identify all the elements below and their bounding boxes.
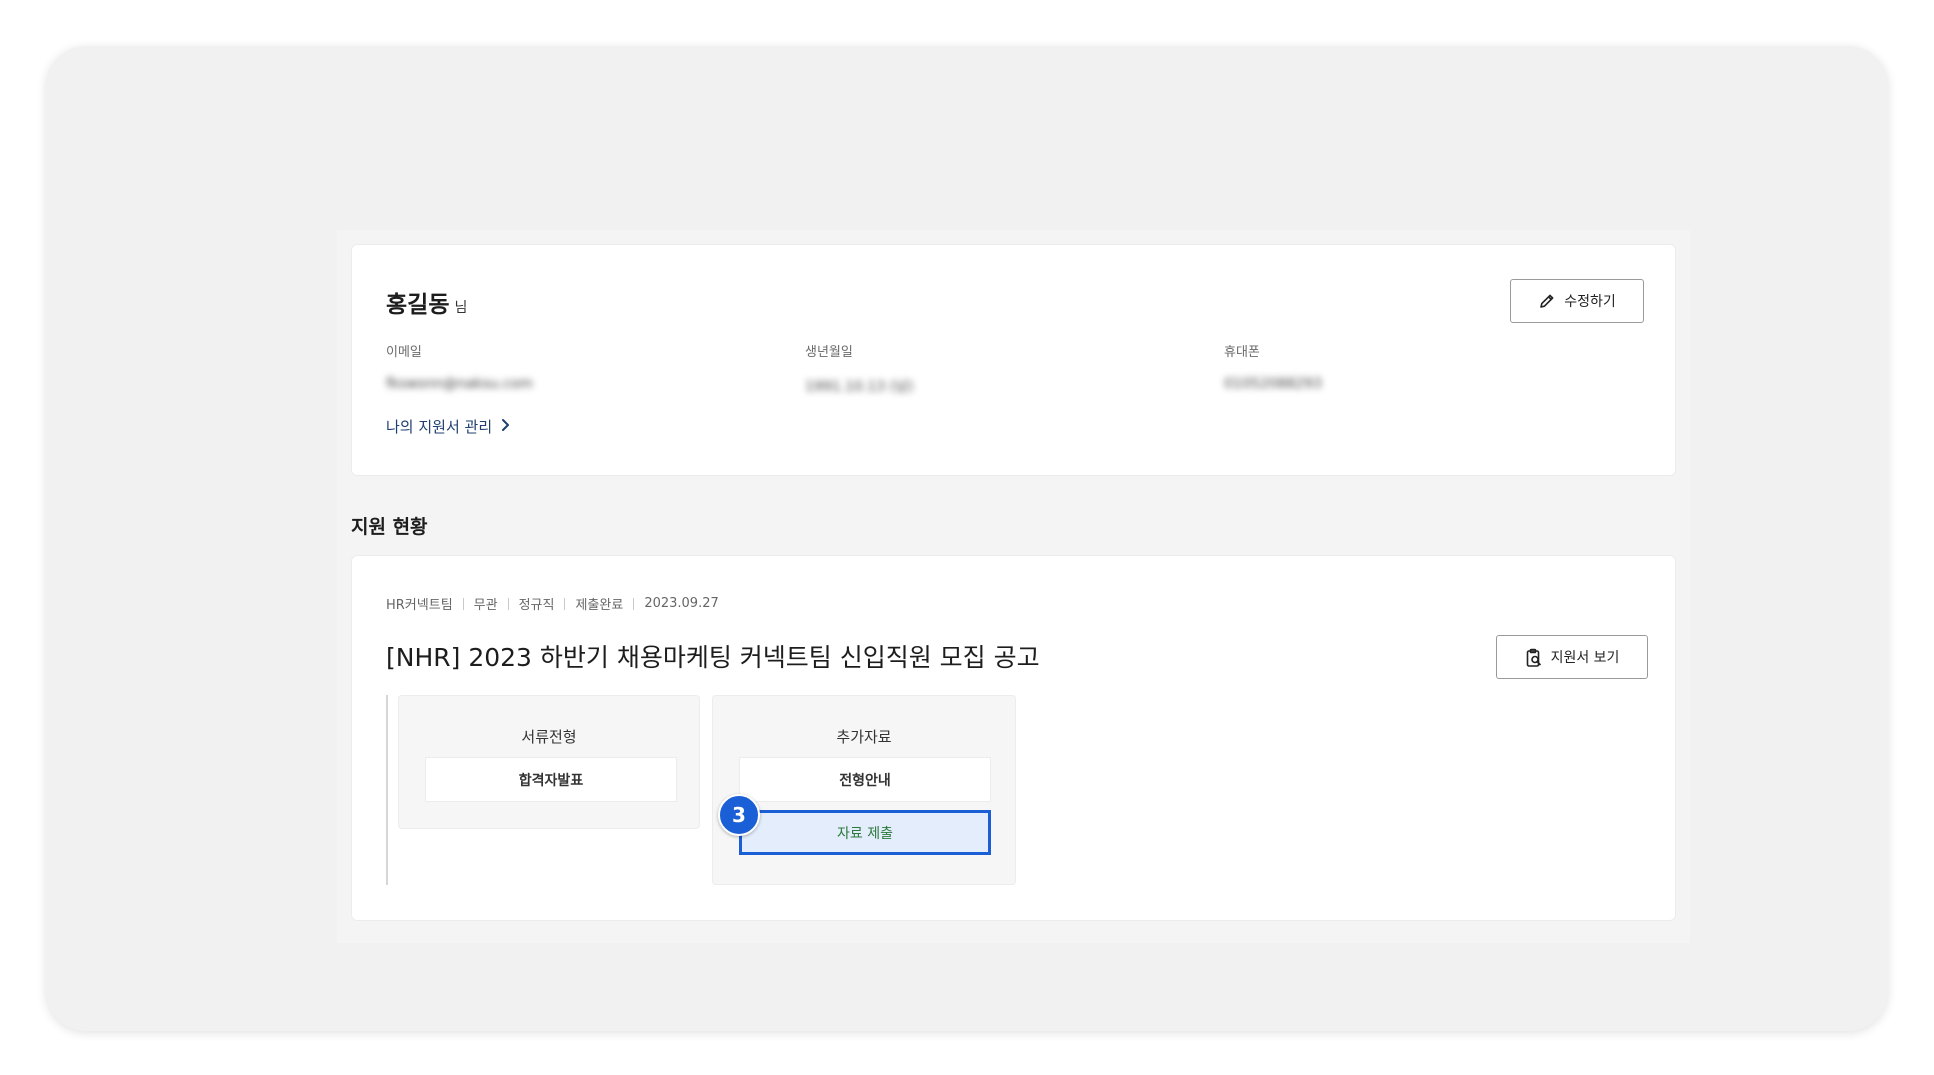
manage-applications-link[interactable]: 나의 지원서 관리 xyxy=(386,416,510,437)
page-canvas: 홍길동 님 수정하기 이메일 fkswsnn@naksu.com 생년월일 19… xyxy=(337,230,1690,943)
pencil-icon xyxy=(1538,292,1556,310)
meta-divider xyxy=(507,597,509,610)
stage-title: 서류전형 xyxy=(521,728,577,746)
manage-applications-label: 나의 지원서 관리 xyxy=(386,418,493,436)
result-announcement-button[interactable]: 합격자발표 xyxy=(425,757,677,802)
chevron-right-icon xyxy=(500,417,510,436)
profile-card: 홍길동 님 수정하기 이메일 fkswsnn@naksu.com 생년월일 19… xyxy=(351,244,1676,476)
birthdate-value: 1991.10.13 (남) xyxy=(805,379,914,395)
birthdate-label: 생년월일 xyxy=(805,345,853,360)
user-name-row: 홍길동 님 xyxy=(386,285,467,319)
edit-profile-label: 수정하기 xyxy=(1564,294,1616,310)
meta-date: 2023.09.27 xyxy=(644,596,719,611)
stage-document-screening: 서류전형 합격자발표 xyxy=(398,695,700,829)
timeline-line xyxy=(386,695,388,885)
meta-status: 제출완료 xyxy=(575,598,624,613)
meta-divider xyxy=(564,597,566,610)
view-application-button[interactable]: 지원서 보기 xyxy=(1496,635,1648,679)
email-label: 이메일 xyxy=(386,345,422,360)
user-honorific: 님 xyxy=(454,300,468,316)
submit-materials-button[interactable]: 자료 제출 xyxy=(739,810,991,855)
meta-divider xyxy=(633,597,635,610)
phone-value: 01052088293 xyxy=(1224,376,1322,392)
process-guide-button[interactable]: 전형안내 xyxy=(739,757,991,802)
email-value: fkswsnn@naksu.com xyxy=(386,376,533,392)
meta-employment-type: 정규직 xyxy=(518,598,555,613)
stage-additional-materials: 추가자료 전형안내 자료 제출 3 xyxy=(712,695,1016,885)
job-meta-row: HR커넥트팀 무관 정규직 제출완료 2023.09.27 xyxy=(386,594,719,613)
email-field: 이메일 fkswsnn@naksu.com xyxy=(386,341,533,392)
meta-divider xyxy=(462,597,464,610)
meta-team: HR커넥트팀 xyxy=(386,598,453,613)
user-name: 홍길동 xyxy=(386,292,450,318)
birthdate-field: 생년월일 1991.10.13 (남) xyxy=(805,341,913,396)
stage-title: 추가자료 xyxy=(836,728,892,746)
view-application-label: 지원서 보기 xyxy=(1550,650,1620,666)
meta-experience: 무관 xyxy=(473,598,498,613)
phone-field: 휴대폰 01052088293 xyxy=(1224,341,1322,392)
clipboard-search-icon xyxy=(1525,648,1543,667)
section-title: 지원 현황 xyxy=(351,516,428,538)
edit-profile-button[interactable]: 수정하기 xyxy=(1510,279,1644,323)
window-frame: 홍길동 님 수정하기 이메일 fkswsnn@naksu.com 생년월일 19… xyxy=(46,46,1888,1031)
step-number-badge: 3 xyxy=(718,794,760,836)
phone-label: 휴대폰 xyxy=(1224,345,1260,360)
application-status-card: HR커넥트팀 무관 정규직 제출완료 2023.09.27 [NHR] 2023… xyxy=(351,555,1676,921)
job-posting-title: [NHR] 2023 하반기 채용마케팅 커넥트팀 신입직원 모집 공고 xyxy=(386,643,1040,672)
